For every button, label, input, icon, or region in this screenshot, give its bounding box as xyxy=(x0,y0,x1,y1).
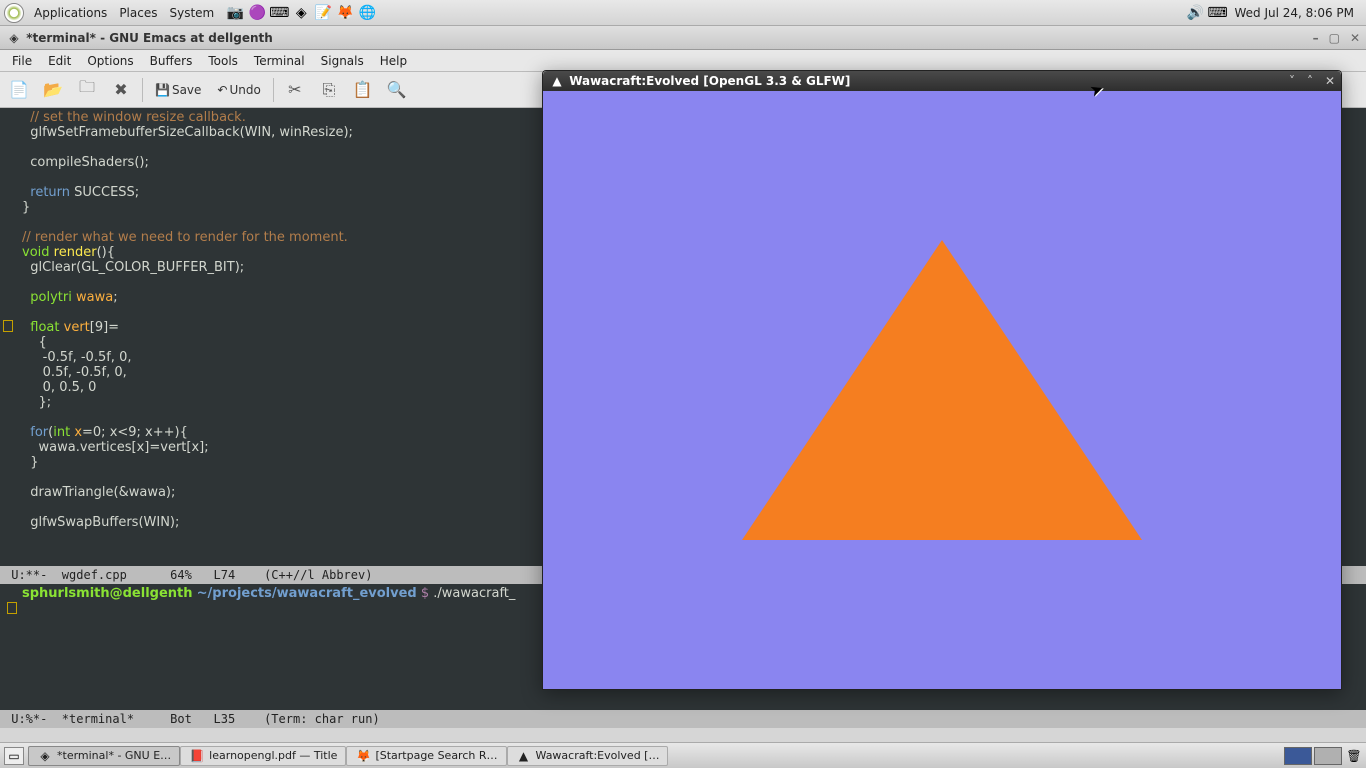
taskbar-item-label: [Startpage Search R… xyxy=(375,749,497,762)
fold-marker-icon[interactable] xyxy=(3,320,13,332)
taskbar-item[interactable]: 🦊 [Startpage Search R… xyxy=(346,746,506,766)
emacs-titlebar[interactable]: ◈ *terminal* - GNU Emacs at dellgenth – … xyxy=(0,26,1366,50)
fold-marker-icon[interactable] xyxy=(7,602,17,614)
app-icon: ▲ xyxy=(516,748,532,764)
undo-button[interactable]: ↶Undo xyxy=(213,77,264,103)
terminal-icon[interactable]: ⌨ xyxy=(270,4,288,22)
taskbar: ▭ ◈ *terminal* - GNU E… 📕 learnopengl.pdf —… xyxy=(0,742,1366,768)
emacs-menubar: FileEditOptionsBuffersToolsTerminalSigna… xyxy=(0,50,1366,72)
emacs-title: *terminal* - GNU Emacs at dellgenth xyxy=(26,31,273,45)
copy-icon[interactable]: ⎘ xyxy=(316,77,342,103)
taskbar-item-label: Wawacraft:Evolved [… xyxy=(536,749,660,762)
close-icon[interactable]: ✕ xyxy=(1325,74,1335,88)
firefox-icon: 🦊 xyxy=(355,748,371,764)
minibuffer[interactable] xyxy=(0,728,1366,742)
volume-icon[interactable]: 🔊 xyxy=(1186,4,1204,22)
open-file-icon[interactable]: 📂 xyxy=(40,77,66,103)
trash-icon[interactable]: 🗑 xyxy=(1346,748,1362,764)
taskbar-item-label: learnopengl.pdf — Title xyxy=(209,749,337,762)
pdf-icon: 📕 xyxy=(189,748,205,764)
taskbar-item[interactable]: ▲ Wawacraft:Evolved [… xyxy=(507,746,669,766)
opengl-canvas[interactable] xyxy=(543,91,1341,689)
taskbar-item[interactable]: 📕 learnopengl.pdf — Title xyxy=(180,746,346,766)
taskbar-item[interactable]: ◈ *terminal* - GNU E… xyxy=(28,746,180,766)
app-icon: ▲ xyxy=(549,73,565,89)
clock[interactable]: Wed Jul 24, 8:06 PM xyxy=(1226,6,1362,20)
taskbar-item-label: *terminal* - GNU E… xyxy=(57,749,171,762)
workspace-1[interactable] xyxy=(1284,747,1312,765)
panel-menu-system[interactable]: System xyxy=(163,6,220,20)
panel-menu-places[interactable]: Places xyxy=(113,6,163,20)
distro-logo-icon[interactable] xyxy=(4,3,24,23)
keyboard-icon[interactable]: ⌨ xyxy=(1208,4,1226,22)
save-button[interactable]: 💾Save xyxy=(151,77,205,103)
emacs-icon[interactable]: ◈ xyxy=(292,4,310,22)
emacs-menu-tools[interactable]: Tools xyxy=(200,54,246,68)
opengl-titlebar[interactable]: ▲ Wawacraft:Evolved [OpenGL 3.3 & GLFW] … xyxy=(543,71,1341,91)
cut-icon[interactable]: ✂ xyxy=(282,77,308,103)
minimize-icon[interactable]: – xyxy=(1313,31,1319,45)
close-icon[interactable]: ✕ xyxy=(1350,31,1360,45)
minimize-icon[interactable]: ˅ xyxy=(1289,74,1295,88)
notes-icon[interactable]: 📝 xyxy=(314,4,332,22)
workspace-2[interactable] xyxy=(1314,747,1342,765)
opengl-window: ▲ Wawacraft:Evolved [OpenGL 3.3 & GLFW] … xyxy=(542,70,1342,690)
gutter xyxy=(0,108,18,566)
emacs-menu-terminal[interactable]: Terminal xyxy=(246,54,313,68)
firefox-icon[interactable]: 🦊 xyxy=(336,4,354,22)
save-label: Save xyxy=(172,83,201,97)
new-file-icon[interactable]: 📄 xyxy=(6,77,32,103)
maximize-icon[interactable]: ˄ xyxy=(1307,74,1313,88)
panel-menu-applications[interactable]: Applications xyxy=(28,6,113,20)
camera-icon[interactable]: 📷 xyxy=(226,4,244,22)
maximize-icon[interactable]: ▢ xyxy=(1329,31,1340,45)
emacs-menu-buffers[interactable]: Buffers xyxy=(142,54,201,68)
search-icon[interactable]: 🔍 xyxy=(384,77,410,103)
emacs-menu-options[interactable]: Options xyxy=(79,54,141,68)
paste-icon[interactable]: 📋 xyxy=(350,77,376,103)
show-desktop-icon[interactable]: ▭ xyxy=(4,747,24,765)
modeline-terminal: U:%*- *terminal* Bot L35 (Term: char run… xyxy=(0,710,1366,728)
emacs-menu-edit[interactable]: Edit xyxy=(40,54,79,68)
emacs-menu-help[interactable]: Help xyxy=(372,54,415,68)
emacs-menu-signals[interactable]: Signals xyxy=(313,54,372,68)
discord-icon[interactable]: 🟣 xyxy=(248,4,266,22)
emacs-menu-file[interactable]: File xyxy=(4,54,40,68)
rendered-triangle xyxy=(742,240,1142,540)
opengl-title: Wawacraft:Evolved [OpenGL 3.3 & GLFW] xyxy=(569,74,850,88)
open-dir-icon[interactable]: 🗀 xyxy=(74,77,100,103)
top-panel: ApplicationsPlacesSystem 📷🟣⌨◈📝🦊🌐 🔊⌨ Wed … xyxy=(0,0,1366,26)
undo-label: Undo xyxy=(229,83,260,97)
workspace-switcher[interactable] xyxy=(1284,747,1342,765)
firefox-dev-icon[interactable]: 🌐 xyxy=(358,4,376,22)
emacs-icon: ◈ xyxy=(37,748,53,764)
kill-buffer-icon[interactable]: ✖ xyxy=(108,77,134,103)
emacs-icon: ◈ xyxy=(6,30,22,46)
